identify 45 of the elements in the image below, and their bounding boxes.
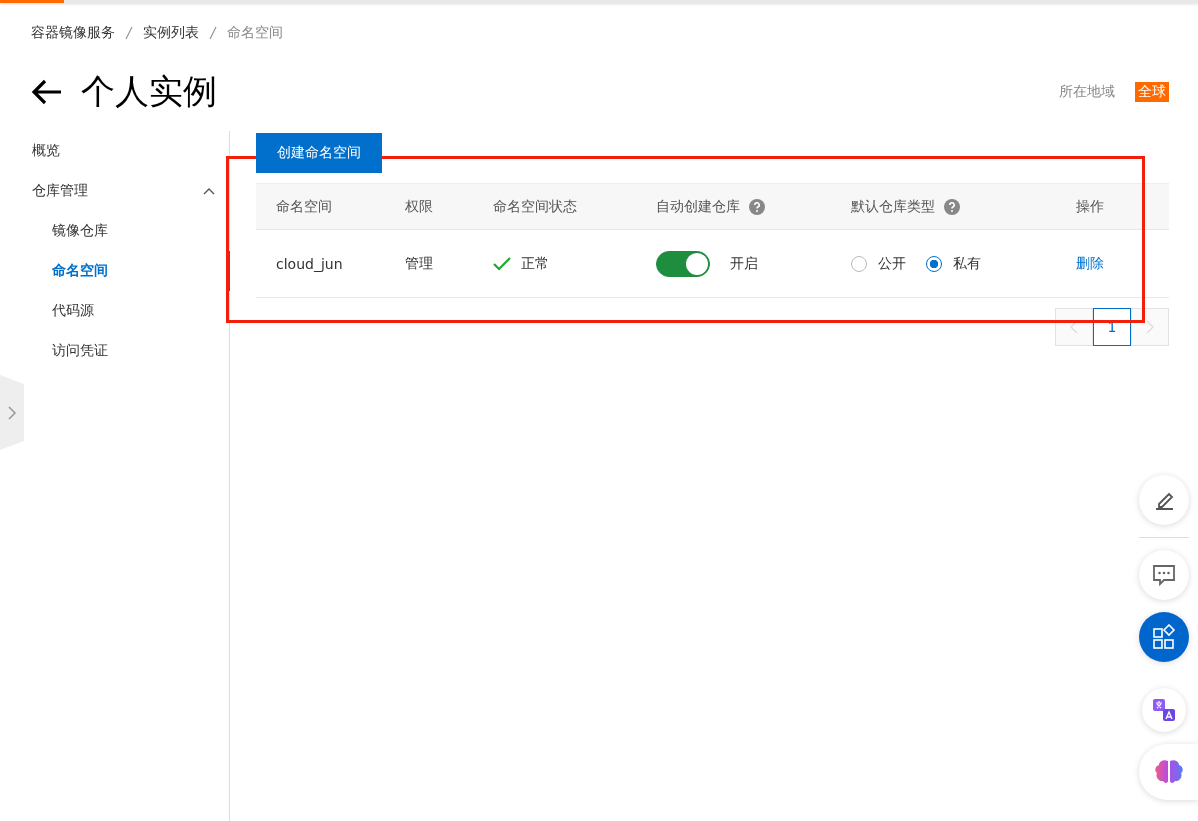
- ai-assistant-button[interactable]: [1139, 744, 1198, 800]
- apps-button[interactable]: [1139, 612, 1189, 662]
- translate-button[interactable]: [1142, 688, 1186, 732]
- sidebar-item[interactable]: 仓库管理: [0, 171, 229, 211]
- page-title: 个人实例: [81, 70, 217, 113]
- chevron-right-icon: [7, 404, 17, 421]
- breadcrumb-link[interactable]: 容器镜像服务: [31, 24, 115, 42]
- help-icon[interactable]: [944, 198, 960, 215]
- radio-button[interactable]: [926, 255, 942, 272]
- breadcrumb-link[interactable]: 实例列表: [143, 24, 199, 42]
- delete-link[interactable]: 删除: [1076, 254, 1104, 273]
- column-header: 命名空间状态: [493, 197, 577, 216]
- status-text: 正常: [521, 254, 549, 273]
- toggle-switch[interactable]: [656, 250, 710, 277]
- table-cell: cloud_jun: [276, 255, 343, 272]
- column-header: 自动创建仓库: [656, 197, 740, 216]
- column-header: 默认仓库类型: [851, 197, 935, 216]
- chevron-up-icon: [203, 187, 215, 195]
- radio-label: 私有: [953, 254, 981, 273]
- toggle-label: 开启: [730, 254, 758, 273]
- back-arrow-icon[interactable]: [31, 79, 63, 105]
- region-label: 所在地域: [1059, 83, 1115, 101]
- brain-icon: [1153, 758, 1185, 786]
- sidebar-item[interactable]: 访问凭证: [0, 331, 229, 371]
- column-header: 权限: [405, 197, 433, 216]
- active-tab-indicator: [0, 0, 64, 3]
- translate-icon: [1151, 697, 1177, 723]
- sidebar-item[interactable]: 概览: [0, 131, 229, 171]
- breadcrumb-separator-icon: [125, 26, 133, 40]
- radio-label: 公开: [878, 254, 906, 273]
- chevron-right-icon: [1146, 320, 1154, 334]
- chat-icon: [1151, 562, 1177, 588]
- column-header: 命名空间: [276, 197, 332, 216]
- apps-icon: [1151, 624, 1177, 650]
- chevron-left-icon: [1070, 320, 1078, 334]
- table-cell: 管理: [405, 254, 433, 273]
- sidebar-item[interactable]: 镜像仓库: [0, 211, 229, 251]
- edit-button[interactable]: [1139, 475, 1189, 525]
- breadcrumb-separator-icon: [209, 26, 217, 40]
- feedback-button[interactable]: [1139, 550, 1189, 600]
- help-icon[interactable]: [749, 198, 765, 215]
- create-namespace-button[interactable]: 创建命名空间: [256, 133, 382, 173]
- column-header: 操作: [1076, 197, 1104, 216]
- sidebar-item[interactable]: 代码源: [0, 291, 229, 331]
- next-page-button[interactable]: [1131, 308, 1169, 346]
